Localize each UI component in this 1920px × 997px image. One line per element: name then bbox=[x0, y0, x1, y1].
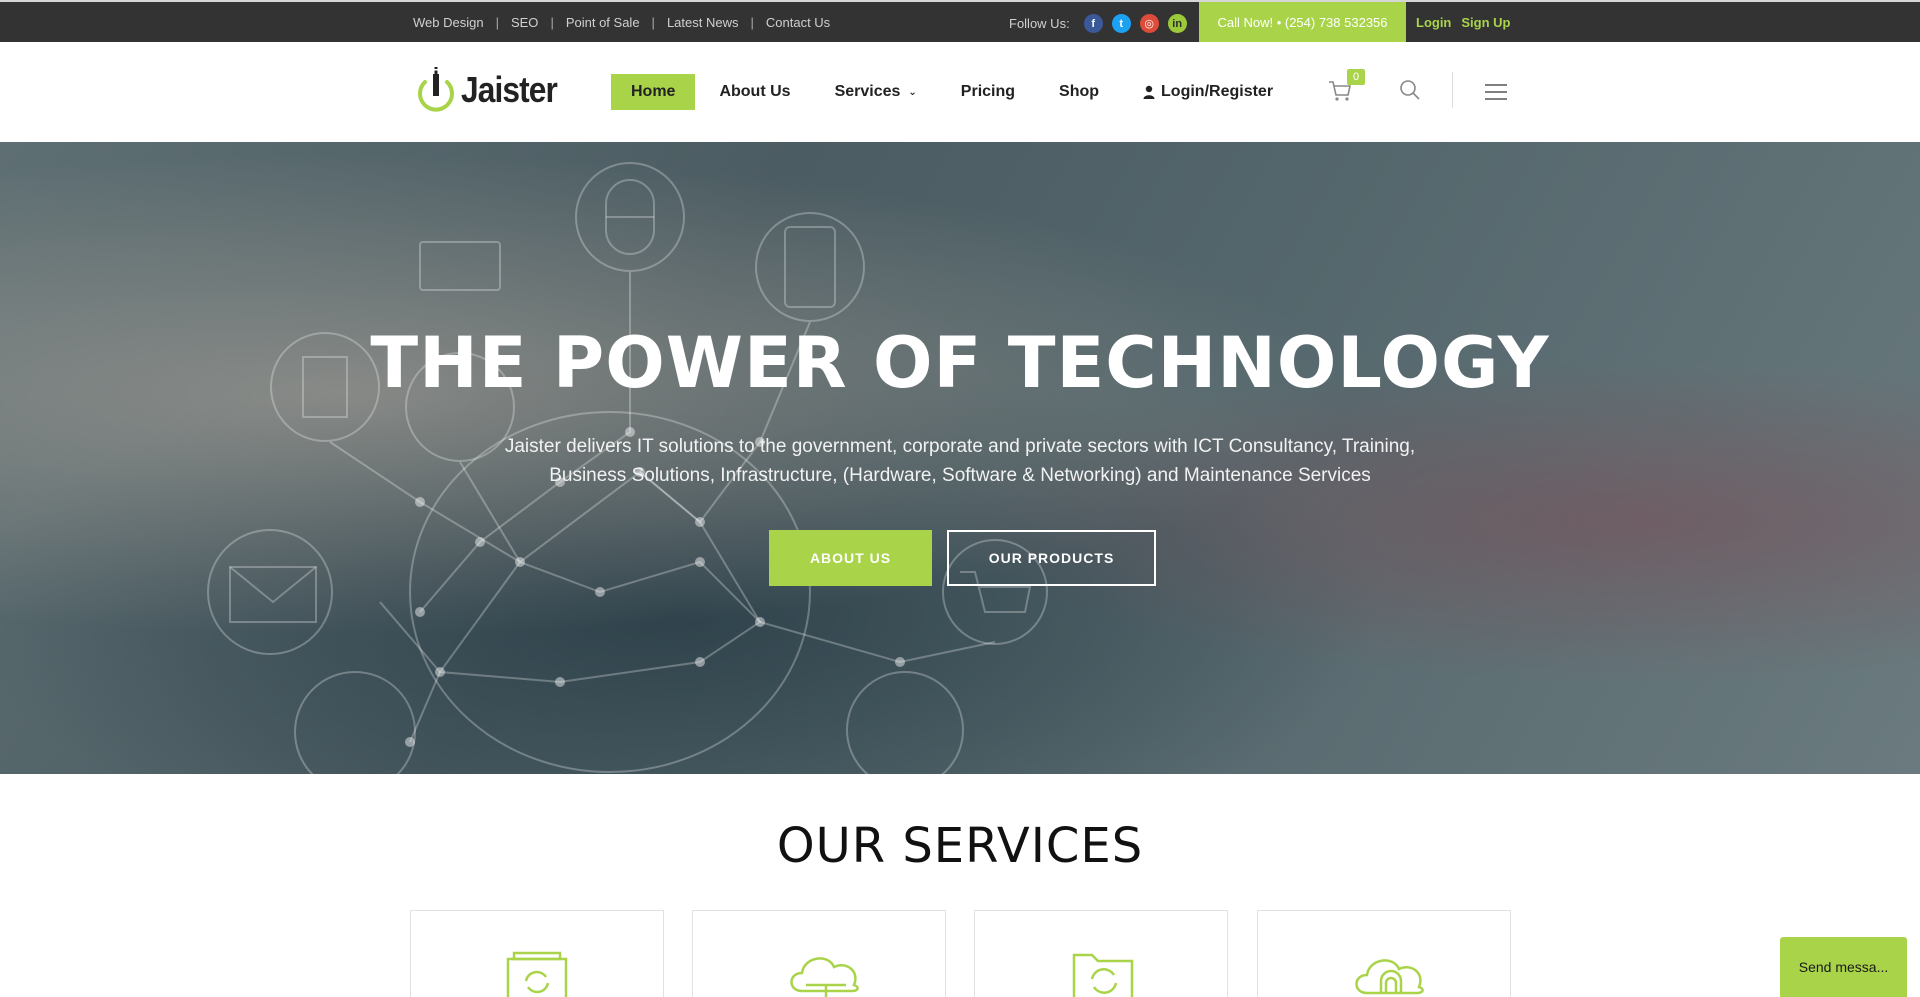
top-link-seo[interactable]: SEO bbox=[511, 15, 538, 30]
facebook-icon[interactable]: f bbox=[1083, 14, 1103, 33]
hero-subtitle: Jaister delivers IT solutions to the gov… bbox=[460, 432, 1460, 490]
cart-button[interactable]: 0 bbox=[1328, 69, 1365, 107]
follow-label: Follow Us: bbox=[1009, 16, 1070, 31]
nav-item-login-register[interactable]: Login/Register bbox=[1143, 83, 1273, 101]
chevron-down-icon: ⌄ bbox=[908, 86, 917, 98]
user-icon bbox=[1143, 85, 1155, 99]
top-bar: Web Design | SEO | Point of Sale | Lates… bbox=[0, 0, 1920, 42]
cloud-lock-icon bbox=[1355, 959, 1424, 995]
nav-item-about-us[interactable]: About Us bbox=[719, 83, 790, 101]
login-link[interactable]: Login bbox=[1416, 15, 1451, 30]
separator: | bbox=[550, 15, 554, 30]
hamburger-menu-button[interactable] bbox=[1485, 84, 1507, 105]
separator: | bbox=[750, 15, 754, 30]
top-link-web-design[interactable]: Web Design bbox=[413, 15, 484, 30]
folder-refresh-icon bbox=[1072, 953, 1134, 997]
services-title: OUR SERVICES bbox=[776, 818, 1144, 874]
nav-item-home[interactable]: Home bbox=[611, 74, 696, 110]
our-products-button[interactable]: OUR PRODUCTS bbox=[947, 530, 1156, 586]
site-logo[interactable]: Jaister bbox=[413, 64, 570, 116]
call-now-button[interactable]: Call Now! • (254) 738 532356 bbox=[1199, 2, 1406, 42]
power-logo-icon bbox=[418, 67, 454, 112]
hero-subtitle-line-2: Business Solutions, Infrastructure, (Har… bbox=[549, 465, 1371, 486]
hamburger-icon bbox=[1485, 84, 1507, 100]
send-message-chat-button[interactable]: Send messa... bbox=[1780, 937, 1907, 997]
twitter-icon[interactable]: t bbox=[1111, 14, 1131, 33]
separator: | bbox=[651, 15, 655, 30]
linkedin-icon[interactable]: in bbox=[1167, 14, 1187, 33]
hero-section: THE POWER OF TECHNOLOGY Jaister delivers… bbox=[0, 142, 1920, 774]
cart-count-badge: 0 bbox=[1347, 69, 1365, 85]
device-sync-icon bbox=[506, 951, 568, 997]
main-navbar: Jaister Home About Us Services ⌄ Pricing… bbox=[0, 42, 1920, 142]
brand-name: Jaister bbox=[461, 69, 558, 110]
nav-divider bbox=[1452, 72, 1453, 108]
signup-link[interactable]: Sign Up bbox=[1461, 15, 1510, 30]
service-card[interactable] bbox=[1257, 910, 1511, 997]
service-card[interactable] bbox=[692, 910, 946, 997]
top-link-latest-news[interactable]: Latest News bbox=[667, 15, 739, 30]
search-icon bbox=[1400, 80, 1420, 100]
instagram-icon[interactable]: ◎ bbox=[1139, 14, 1159, 33]
top-link-point-of-sale[interactable]: Point of Sale bbox=[566, 15, 640, 30]
search-button[interactable] bbox=[1399, 79, 1421, 106]
nav-item-services-label: Services bbox=[834, 83, 901, 100]
nav-item-pricing[interactable]: Pricing bbox=[961, 83, 1015, 101]
auth-links: Login Sign Up bbox=[1416, 15, 1511, 30]
hero-subtitle-line-1: Jaister delivers IT solutions to the gov… bbox=[504, 436, 1416, 457]
service-card[interactable] bbox=[410, 910, 664, 997]
service-card[interactable] bbox=[974, 910, 1228, 997]
nav-item-services[interactable]: Services ⌄ bbox=[835, 83, 917, 101]
hero-title: THE POWER OF TECHNOLOGY bbox=[370, 322, 1550, 404]
cloud-network-icon bbox=[790, 957, 859, 997]
separator: | bbox=[495, 15, 499, 30]
nav-item-login-register-label: Login/Register bbox=[1161, 83, 1274, 100]
follow-us: Follow Us: f t ◎ in bbox=[1009, 14, 1187, 33]
top-link-contact-us[interactable]: Contact Us bbox=[766, 15, 830, 30]
about-us-button[interactable]: ABOUT US bbox=[769, 530, 932, 586]
main-menu: Home About Us Services ⌄ Pricing Shop Lo… bbox=[611, 74, 1317, 110]
nav-item-shop[interactable]: Shop bbox=[1059, 83, 1099, 101]
top-links: Web Design | SEO | Point of Sale | Lates… bbox=[413, 15, 830, 30]
